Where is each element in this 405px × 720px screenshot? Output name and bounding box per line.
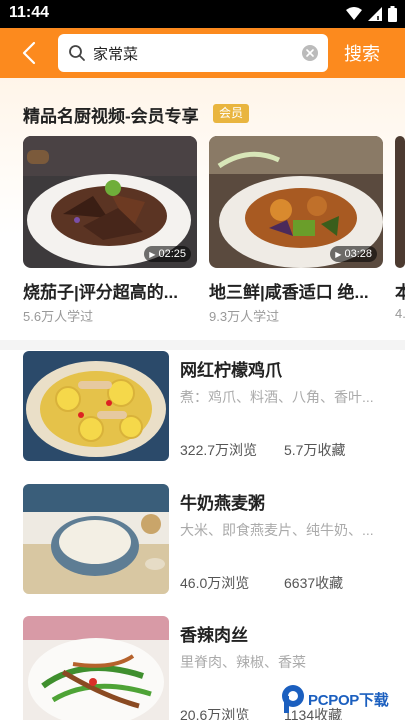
recipe-title: 香辣肉丝	[180, 626, 248, 645]
premium-video-section: 精品名厨视频-会员专享 会员 ▶ 02:25 烧茄子|评分超高的... 5.6万…	[0, 78, 405, 340]
video-learners: 4.	[395, 306, 405, 321]
video-thumbnail: ▶ 03:28	[209, 136, 383, 268]
battery-icon	[388, 6, 397, 22]
vip-badge: 会员	[213, 104, 250, 123]
recipe-image	[23, 616, 169, 720]
video-title: 地三鲜|咸香适口 绝...	[209, 283, 369, 302]
watermark-text: PCPOP下载	[308, 692, 389, 709]
section-title: 精品名厨视频-会员专享	[23, 107, 199, 126]
watermark: PCPOP下载	[280, 684, 405, 720]
video-learners: 5.6万人学过	[23, 309, 94, 324]
clear-icon[interactable]	[302, 45, 318, 61]
recipe-ingredients: 里脊肉、辣椒、香菜	[180, 654, 306, 670]
video-title: 烧茄子|评分超高的...	[23, 283, 178, 302]
wifi-icon	[346, 7, 362, 20]
video-thumbnail	[395, 136, 405, 268]
recipe-views: 46.0万浏览	[180, 575, 250, 591]
section-divider	[0, 340, 405, 350]
search-query: 家常菜	[93, 46, 139, 63]
recipe-favorites: 6637收藏	[284, 575, 344, 591]
recipe-views: 20.6万浏览	[180, 707, 250, 720]
recipe-title: 牛奶燕麦粥	[180, 494, 265, 513]
back-button[interactable]	[14, 38, 44, 68]
recipe-list-item[interactable]: 网红柠檬鸡爪 煮：鸡爪、料酒、八角、香叶... 322.7万浏览 5.7万收藏	[0, 351, 405, 471]
recipe-ingredients: 大米、即食燕麦片、纯牛奶、...	[180, 522, 374, 538]
status-icons	[346, 6, 397, 22]
video-duration: ▶ 03:28	[330, 246, 377, 262]
recipe-views: 322.7万浏览	[180, 442, 258, 458]
search-icon	[69, 45, 85, 61]
video-learners: 9.3万人学过	[209, 309, 280, 324]
search-button[interactable]: 搜索	[344, 40, 380, 66]
video-duration: ▶ 02:25	[144, 246, 191, 262]
status-bar: 11:44	[0, 0, 405, 28]
video-title: 本	[395, 283, 405, 302]
search-input[interactable]: 家常菜	[58, 34, 328, 72]
video-thumbnail: ▶ 02:25	[23, 136, 197, 268]
status-time: 11:44	[9, 4, 50, 21]
signal-icon	[368, 7, 382, 21]
back-arrow-icon	[22, 41, 36, 65]
recipe-image	[23, 484, 169, 594]
recipe-title: 网红柠檬鸡爪	[180, 361, 282, 380]
recipe-ingredients: 煮：鸡爪、料酒、八角、香叶...	[180, 389, 374, 405]
search-header: 家常菜 搜索	[0, 28, 405, 78]
recipe-favorites: 5.7万收藏	[284, 442, 346, 458]
recipe-image	[23, 351, 169, 461]
pcpop-logo-icon	[282, 685, 304, 713]
recipe-list-item[interactable]: 牛奶燕麦粥 大米、即食燕麦片、纯牛奶、... 46.0万浏览 6637收藏	[0, 484, 405, 604]
